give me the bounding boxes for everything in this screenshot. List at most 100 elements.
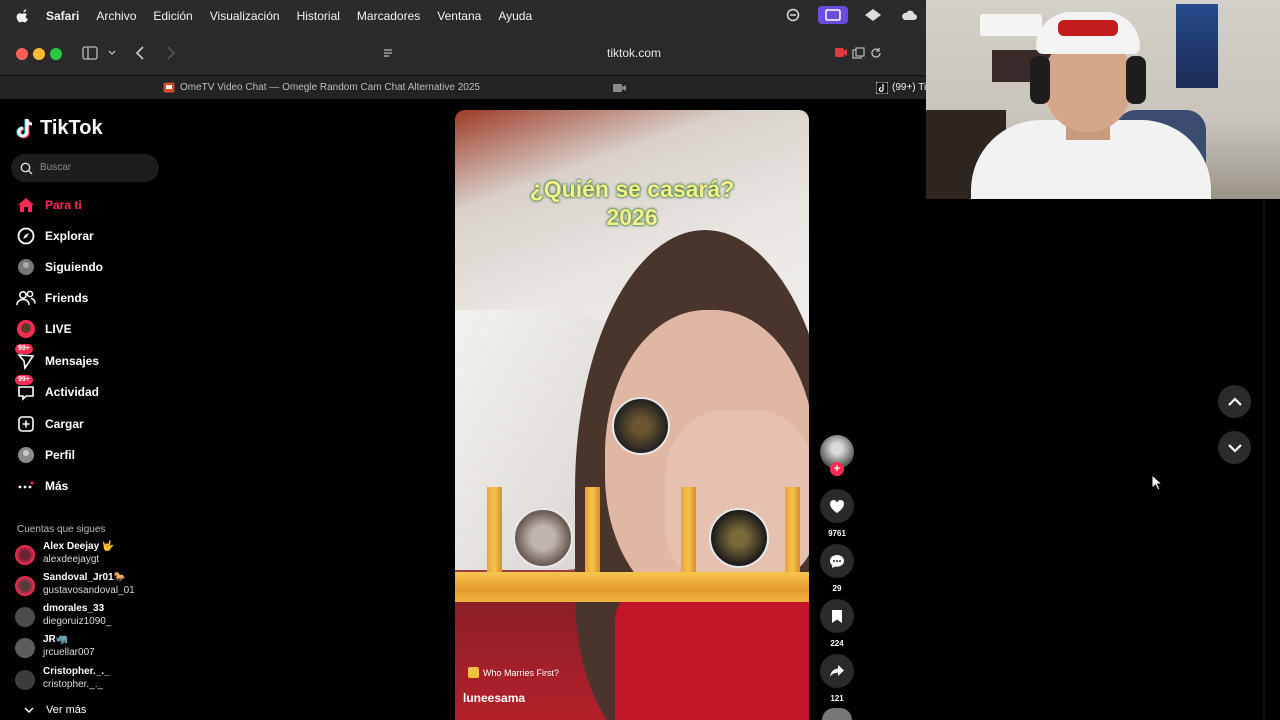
save-count: 224	[830, 639, 844, 648]
address-bar[interactable]: tiktok.com	[376, 40, 892, 66]
browser-toolbar: tiktok.com	[0, 31, 926, 75]
effect-tag[interactable]: Who Marries First?	[468, 667, 559, 678]
tab-ometv-label: OmeTV Video Chat — Omegle Random Cam Cha…	[180, 82, 480, 93]
effect-name: Who Marries First?	[483, 667, 560, 678]
sync-icon[interactable]	[782, 6, 804, 24]
video-overlay-title: ¿Quién se casará? 2026	[455, 175, 809, 231]
tab-tiktok[interactable]: (99+) TikTok	[870, 76, 926, 100]
tab-overview-icon[interactable]	[852, 47, 865, 59]
nav-actividad[interactable]: 99+ Actividad	[15, 375, 99, 404]
like-action[interactable]: 9761	[820, 489, 854, 538]
video-player[interactable]: ¿Quién se casará? 2026 Who Marries First…	[455, 110, 809, 720]
previous-video-button[interactable]	[1218, 385, 1251, 418]
menu-visualizacion[interactable]: Visualización	[210, 9, 280, 23]
chevron-down-icon[interactable]	[108, 49, 116, 57]
menu-archivo[interactable]: Archivo	[96, 9, 136, 23]
reload-icon[interactable]	[870, 47, 882, 59]
like-button[interactable]	[820, 489, 854, 523]
nav-cargar[interactable]: Cargar	[15, 412, 84, 436]
following-account[interactable]: dmorales_33 diegoruiz1090_	[15, 603, 175, 631]
profile-icon	[15, 444, 37, 466]
next-video-button[interactable]	[1218, 431, 1251, 464]
following-account[interactable]: JR🦏 jrcuellar007	[15, 634, 175, 662]
webcam-air-conditioner	[980, 14, 1042, 36]
nav-friends[interactable]: Friends	[15, 286, 88, 310]
effect-circle-avatar	[612, 397, 670, 455]
music-disc[interactable]	[822, 708, 852, 720]
see-more-button[interactable]: Ver más	[24, 704, 86, 716]
tiktok-favicon-icon	[876, 82, 888, 94]
following-account[interactable]: Cristopher._._ cristopher._._	[15, 666, 175, 694]
tiktok-note-icon	[16, 118, 33, 138]
like-count: 9761	[828, 529, 846, 538]
chevron-down-icon	[1227, 443, 1242, 453]
bookmark-icon	[832, 609, 842, 623]
nav-siguiendo[interactable]: Siguiendo	[15, 255, 103, 279]
save-action[interactable]: 224	[820, 599, 854, 648]
camera-in-use-icon[interactable]	[834, 47, 848, 58]
menu-ayuda[interactable]: Ayuda	[498, 9, 532, 23]
nav-explorar[interactable]: Explorar	[15, 224, 94, 248]
cloud-icon[interactable]	[898, 6, 920, 24]
zoom-window-button[interactable]	[50, 48, 62, 60]
comment-count: 29	[832, 584, 842, 593]
menu-historial[interactable]: Historial	[297, 9, 340, 23]
nav-live[interactable]: LIVE	[15, 317, 72, 341]
forward-icon[interactable]	[166, 46, 176, 60]
tiktok-logo[interactable]: TikTok	[16, 117, 103, 140]
nav-perfil[interactable]: Perfil	[15, 443, 75, 467]
sidebar-toggle-icon[interactable]	[82, 46, 98, 60]
tab-strip: OmeTV Video Chat — Omegle Random Cam Cha…	[0, 75, 926, 99]
nav-label: Siguiendo	[45, 260, 103, 274]
webcam-headset-right	[1126, 56, 1146, 104]
account-name: Cristopher._._	[43, 666, 110, 677]
share-action[interactable]: 121	[820, 654, 854, 703]
save-button[interactable]	[820, 599, 854, 633]
live-icon	[15, 318, 37, 340]
nav-label: Perfil	[45, 448, 76, 462]
menu-edicion[interactable]: Edición	[153, 9, 192, 23]
nav-mas[interactable]: Más	[15, 474, 68, 498]
comment-button[interactable]	[820, 544, 854, 578]
minimize-window-button[interactable]	[33, 48, 45, 60]
close-window-button[interactable]	[16, 48, 28, 60]
video-title-year: 2026	[606, 204, 658, 230]
search-placeholder: Buscar	[40, 162, 72, 173]
upload-icon	[15, 413, 37, 435]
account-handle: jrcuellar007	[43, 647, 95, 658]
comment-icon	[830, 554, 844, 568]
nav-label: Más	[45, 479, 69, 493]
following-account[interactable]: Alex Deejay 🤟 alexdeejaygt	[15, 541, 175, 569]
tab-ometv[interactable]: OmeTV Video Chat — Omegle Random Cam Cha…	[0, 76, 636, 100]
share-button[interactable]	[820, 654, 854, 688]
search-input[interactable]: Buscar	[11, 154, 159, 182]
back-icon[interactable]	[135, 46, 145, 60]
nav-mensajes[interactable]: 99+ Mensajes	[15, 344, 99, 373]
chevron-down-icon	[24, 707, 34, 714]
follow-button[interactable]: +	[830, 462, 844, 476]
url-text: tiktok.com	[606, 46, 661, 60]
messages-badge: 99+	[15, 344, 33, 354]
status-tray	[782, 6, 920, 24]
effect-bar	[487, 487, 502, 579]
chevron-up-icon	[1227, 396, 1242, 406]
diamond-icon[interactable]	[862, 6, 884, 24]
apple-icon[interactable]	[16, 8, 30, 23]
video-author[interactable]: luneesama	[463, 691, 525, 705]
tiktok-sidebar: TikTok Buscar Para ti Explorar Siguiendo…	[0, 100, 180, 720]
avatar	[15, 670, 35, 690]
menu-safari[interactable]: Safari	[46, 9, 79, 23]
avatar	[15, 607, 35, 627]
home-icon	[15, 194, 37, 216]
menu-ventana[interactable]: Ventana	[437, 9, 481, 23]
nav-para-ti[interactable]: Para ti	[15, 193, 82, 217]
account-name: dmorales_33	[43, 603, 105, 614]
following-account[interactable]: Sandoval_Jr01🐎 gustavosandoval_01	[15, 572, 175, 600]
scrollbar-track[interactable]	[1263, 200, 1265, 720]
screen-record-icon[interactable]	[818, 6, 848, 24]
inbox-icon: 99+	[15, 375, 37, 403]
menu-marcadores[interactable]: Marcadores	[357, 9, 420, 23]
webcam-headset-left	[1030, 56, 1050, 104]
comment-action[interactable]: 29	[820, 544, 854, 593]
webcam-cap-logo	[1058, 20, 1118, 36]
